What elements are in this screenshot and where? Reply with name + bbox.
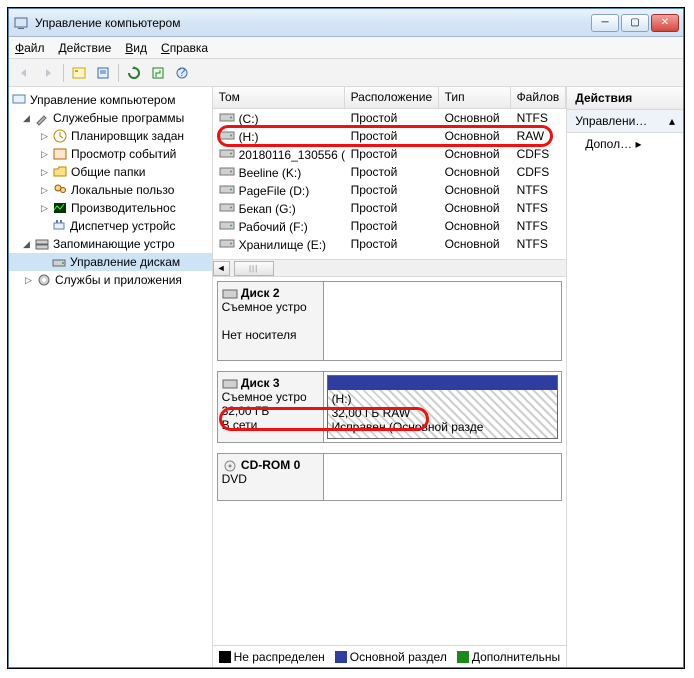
menubar: Файл Действие Вид Справка (9, 37, 683, 59)
disk-icon (222, 288, 238, 300)
minimize-button[interactable]: ─ (591, 14, 619, 32)
volume-icon (219, 219, 235, 231)
swatch-primary (335, 651, 347, 663)
tree-root[interactable]: Управление компьютером (9, 91, 212, 109)
menu-help[interactable]: Справка (161, 41, 208, 55)
tree-shared[interactable]: ▷Общие папки (9, 163, 212, 181)
disk-icon (222, 378, 238, 390)
perf-icon (52, 200, 68, 216)
table-row[interactable]: Бекап (G:)ПростойОсновнойNTFS (213, 199, 567, 217)
forward-button (37, 62, 59, 84)
volume-icon (219, 111, 235, 123)
table-row[interactable]: Beeline (K:)ПростойОсновнойCDFS (213, 163, 567, 181)
users-icon (52, 182, 68, 198)
folder-icon (52, 164, 68, 180)
tree-scheduler[interactable]: ▷Планировщик задан (9, 127, 212, 145)
collapse-icon[interactable]: ◢ (21, 113, 32, 124)
col-volume[interactable]: Том (213, 87, 345, 108)
expand-icon[interactable]: ▷ (39, 203, 50, 214)
disk-block[interactable]: CD-ROM 0 DVD (217, 453, 563, 501)
disk-block[interactable]: Диск 2 Съемное устро Нет носителя (217, 281, 563, 361)
toolbar: ? (9, 59, 683, 87)
computer-management-window: Управление компьютером ─ ▢ ✕ Файл Действ… (8, 8, 684, 668)
expand-icon[interactable]: ▷ (23, 275, 34, 286)
navigation-tree[interactable]: Управление компьютером ◢Служебные програ… (9, 87, 213, 667)
help-button[interactable]: ? (171, 62, 193, 84)
mmc-button[interactable] (68, 62, 90, 84)
actions-title: Действия (567, 87, 683, 110)
legend: Не распределен Основной раздел Дополните… (213, 645, 567, 667)
tree-events[interactable]: ▷Просмотр событий (9, 145, 212, 163)
collapse-icon[interactable]: ◢ (21, 239, 32, 250)
scroll-left-button[interactable]: ◄ (213, 261, 230, 276)
properties-button[interactable] (92, 62, 114, 84)
volume-icon (219, 129, 235, 141)
table-row[interactable]: (H:)ПростойОсновнойRAW (213, 127, 567, 145)
expand-icon[interactable]: ▷ (39, 185, 50, 196)
volumes-list[interactable]: Том Расположение Тип Файлов (C:)ПростойО… (213, 87, 567, 277)
tree-storage[interactable]: ◢Запоминающие устро (9, 235, 212, 253)
table-row[interactable]: PageFile (D:)ПростойОсновнойNTFS (213, 181, 567, 199)
actions-panel: Действия Управлени…▴ Допол… ▸ (567, 87, 683, 667)
refresh-button[interactable] (123, 62, 145, 84)
col-layout[interactable]: Расположение (345, 87, 439, 108)
back-button (13, 62, 35, 84)
col-fs[interactable]: Файлов (511, 87, 567, 108)
computer-icon (11, 92, 27, 108)
table-row[interactable]: Хранилище (E:)ПростойОсновнойNTFS (213, 235, 567, 253)
volume-icon (219, 237, 235, 249)
tree-users[interactable]: ▷Локальные пользо (9, 181, 212, 199)
swatch-unalloc (219, 651, 231, 663)
scroll-thumb[interactable]: ||| (234, 261, 274, 276)
expand-icon[interactable]: ▷ (39, 167, 50, 178)
tree-devmgr[interactable]: Диспетчер устройс (9, 217, 212, 235)
chevron-right-icon: ▸ (635, 137, 641, 151)
volume-icon (219, 183, 235, 195)
expand-icon[interactable]: ▷ (39, 149, 50, 160)
settings-button[interactable] (147, 62, 169, 84)
tree-svcapps[interactable]: ▷Службы и приложения (9, 271, 212, 289)
volume-icon (219, 201, 235, 213)
close-button[interactable]: ✕ (651, 14, 679, 32)
actions-section[interactable]: Управлени…▴ (567, 110, 683, 133)
volume-icon (219, 147, 235, 159)
device-icon (51, 218, 67, 234)
main-panel: Том Расположение Тип Файлов (C:)ПростойО… (213, 87, 568, 667)
tree-perf[interactable]: ▷Производительнос (9, 199, 212, 217)
tree-diskmgr[interactable]: Управление дискам (9, 253, 212, 271)
storage-icon (34, 236, 50, 252)
chevron-up-icon: ▴ (669, 114, 675, 128)
table-row[interactable]: (C:)ПростойОсновнойNTFS (213, 109, 567, 127)
h-scrollbar[interactable]: ◄ ||| (213, 259, 567, 276)
partition[interactable]: (H:) 32,00 ГБ RAW Исправен (Основной раз… (327, 375, 559, 439)
gear-icon (36, 272, 52, 288)
expand-icon[interactable]: ▷ (39, 131, 50, 142)
disk-empty (324, 282, 562, 360)
volumes-header: Том Расположение Тип Файлов (213, 87, 567, 109)
cd-icon (222, 460, 238, 472)
tree-services[interactable]: ◢Служебные программы (9, 109, 212, 127)
table-row[interactable]: Рабочий (F:)ПростойОсновнойNTFS (213, 217, 567, 235)
menu-action[interactable]: Действие (59, 41, 112, 55)
actions-more[interactable]: Допол… ▸ (567, 133, 683, 155)
tools-icon (34, 110, 50, 126)
table-row[interactable]: 20180116_130556 (I:)ПростойОсновнойCDFS (213, 145, 567, 163)
svg-text:?: ? (179, 66, 186, 79)
maximize-button[interactable]: ▢ (621, 14, 649, 32)
diskmgr-icon (51, 254, 67, 270)
disk-layout[interactable]: Диск 2 Съемное устро Нет носителя Диск 3… (213, 277, 567, 645)
events-icon (52, 146, 68, 162)
menu-file[interactable]: Файл (15, 41, 45, 55)
partition-header (328, 376, 558, 390)
volume-icon (219, 165, 235, 177)
window-title: Управление компьютером (35, 16, 589, 30)
clock-icon (52, 128, 68, 144)
app-icon (13, 15, 29, 31)
menu-view[interactable]: Вид (125, 41, 147, 55)
col-type[interactable]: Тип (439, 87, 511, 108)
disk-block[interactable]: Диск 3 Съемное устро 32,00 ГБ В сети (H:… (217, 371, 563, 443)
swatch-extended (457, 651, 469, 663)
titlebar[interactable]: Управление компьютером ─ ▢ ✕ (9, 9, 683, 37)
